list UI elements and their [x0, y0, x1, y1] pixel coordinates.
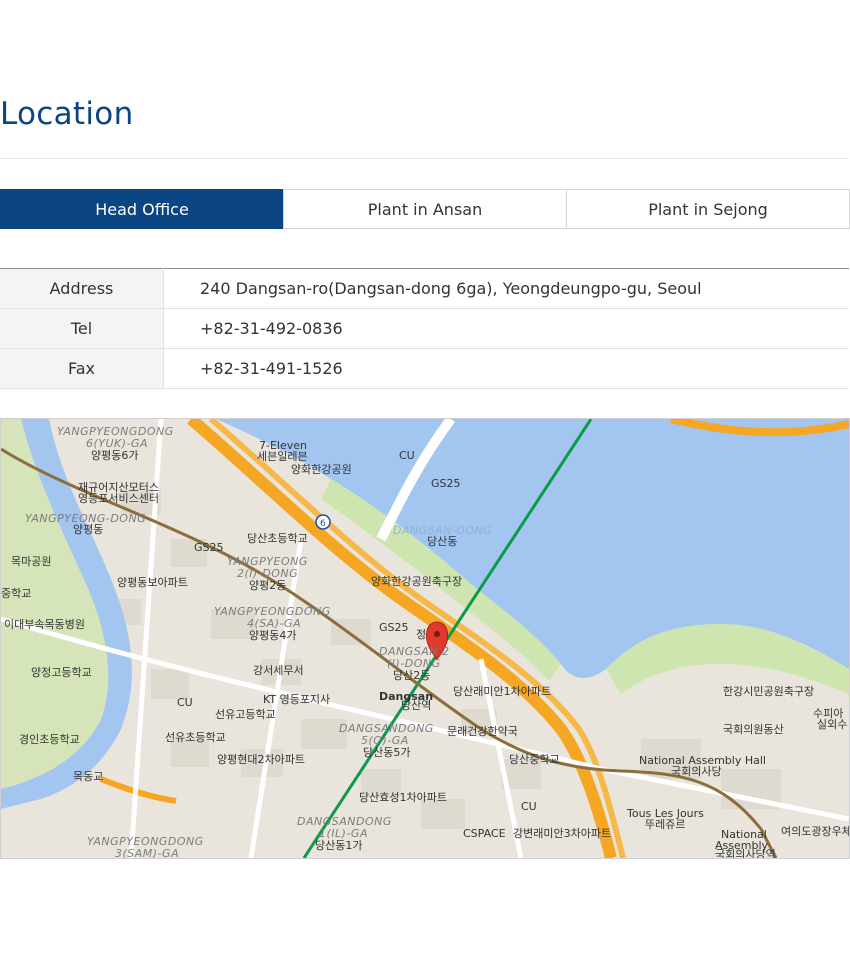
poi-label: 이대부속목동병원 — [4, 618, 85, 631]
tel-label: Tel — [0, 308, 164, 349]
district-label-korean: 당산동 — [427, 535, 457, 548]
poi-label: 중학교 — [1, 587, 31, 600]
district-label-korean: 양평동 — [73, 523, 103, 536]
poi-label: 국회의사당 — [671, 765, 722, 778]
district-label-korean: 양평2동 — [249, 579, 286, 592]
poi-label: 양평동보아파트 — [117, 576, 188, 589]
poi-label: KT 영등포지사 — [263, 693, 330, 706]
station-label-korean: 당산역 — [401, 699, 431, 712]
subway-line-6-badge: 6 — [315, 514, 331, 530]
district-label-korean: 양평동4가 — [249, 629, 296, 642]
station-label-korean: 국회의사당역 — [715, 848, 776, 858]
location-map[interactable]: YANGPYEONGDONG 6(YUK)-GA 양평동6가 7-Eleven … — [0, 418, 850, 859]
poi-label: 양평현대2차아파트 — [217, 753, 305, 766]
poi-label: 양정고등학교 — [31, 666, 92, 679]
poi-label: 영등포서비스센터 — [78, 492, 159, 505]
district-label-korean: 당산동1가 — [315, 839, 362, 852]
poi-label: CU — [521, 800, 537, 813]
address-label: Address — [0, 268, 164, 309]
poi-label: CU — [399, 449, 415, 462]
location-info-table: Address 240 Dangsan-ro(Dangsan-dong 6ga)… — [0, 268, 849, 389]
fax-value: +82-31-491-1526 — [163, 348, 849, 389]
poi-label: 당산초등학교 — [247, 532, 308, 545]
district-label-korean: 당산동5가 — [363, 746, 410, 759]
poi-label: 뚜레쥬르 — [645, 818, 685, 831]
poi-label: 선유초등학교 — [165, 731, 226, 744]
park-label: 한강시민공원축구장 — [723, 685, 814, 698]
district-label: 3(SAM)-GA — [115, 847, 179, 858]
tel-value: +82-31-492-0836 — [163, 308, 849, 349]
poi-label: GS25 — [431, 477, 461, 490]
title-divider — [0, 158, 849, 159]
district-label-korean: 당산2동 — [393, 669, 430, 682]
fax-label: Fax — [0, 348, 164, 389]
poi-label: CSPACE — [463, 827, 506, 840]
poi-label: 문래건강한약국 — [447, 724, 518, 738]
location-tabs: Head Office Plant in Ansan Plant in Sejo… — [0, 189, 850, 229]
table-row: Fax +82-31-491-1526 — [0, 348, 849, 389]
table-row: Address 240 Dangsan-ro(Dangsan-dong 6ga)… — [0, 268, 849, 309]
poi-label: GS25 — [194, 541, 224, 554]
poi-label: 경인초등학교 — [19, 733, 80, 746]
svg-text:6: 6 — [320, 519, 326, 529]
map-canvas[interactable]: YANGPYEONGDONG 6(YUK)-GA 양평동6가 7-Eleven … — [1, 419, 849, 858]
poi-label: 여의도광장우체 — [781, 825, 849, 838]
park-label: 양화한강공원 — [291, 463, 352, 476]
table-row: Tel +82-31-492-0836 — [0, 308, 849, 349]
district-label-korean: 양평동6가 — [91, 449, 138, 462]
poi-label: 당산효성1차아파트 — [359, 791, 447, 804]
park-label: 양화한강공원축구장 — [371, 575, 462, 588]
address-value: 240 Dangsan-ro(Dangsan-dong 6ga), Yeongd… — [163, 268, 849, 309]
poi-label: 세븐일레븐 — [257, 449, 308, 463]
park-label: 목마공원 — [11, 555, 51, 568]
tab-plant-ansan[interactable]: Plant in Ansan — [283, 189, 567, 229]
poi-label: 정 — [416, 628, 426, 641]
poi-label: 국회의원동산 — [723, 723, 784, 736]
poi-label: GS25 — [379, 621, 409, 634]
poi-label: 선유고등학교 — [215, 708, 276, 721]
poi-label: 목동교 — [73, 770, 103, 783]
poi-label: 당산래미안1차아파트 — [453, 685, 551, 698]
tab-plant-sejong[interactable]: Plant in Sejong — [566, 189, 850, 229]
poi-label: 실외수 — [817, 718, 847, 731]
poi-label: CU — [177, 696, 193, 709]
poi-label: 강변래미안3차아파트 — [513, 827, 611, 840]
tab-head-office[interactable]: Head Office — [0, 189, 284, 229]
poi-label: 강서세무서 — [253, 664, 304, 677]
page-title: Location — [0, 96, 134, 132]
poi-label: 당산중학교 — [509, 753, 560, 766]
